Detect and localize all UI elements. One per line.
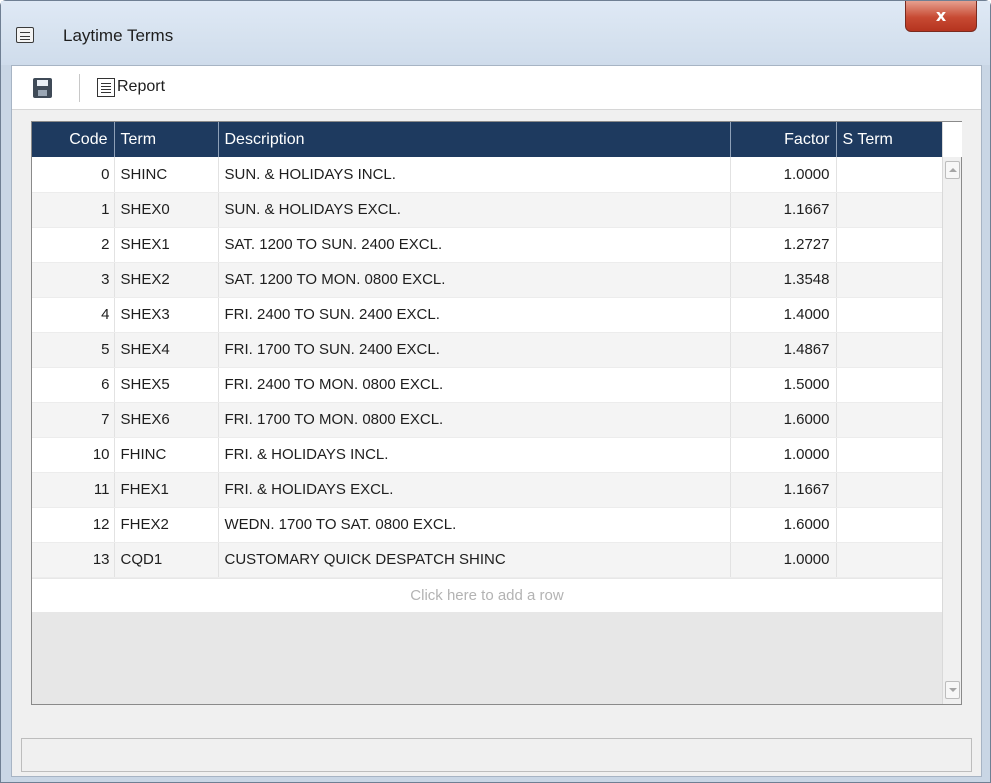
cell-code[interactable]: 10: [32, 437, 115, 473]
cell-s-term[interactable]: [836, 157, 943, 193]
table-row[interactable]: 6 SHEX5 FRI. 2400 TO MON. 0800 EXCL. 1.5…: [32, 367, 943, 403]
report-icon: [97, 78, 115, 97]
window-title: Laytime Terms: [63, 26, 174, 45]
table-row[interactable]: 4 SHEX3 FRI. 2400 TO SUN. 2400 EXCL. 1.4…: [32, 297, 943, 333]
cell-s-term[interactable]: [836, 542, 943, 578]
close-button[interactable]: x: [905, 1, 977, 32]
cell-s-term[interactable]: [836, 472, 943, 508]
cell-term[interactable]: SHINC: [114, 157, 219, 193]
cell-description[interactable]: SAT. 1200 TO SUN. 2400 EXCL.: [218, 227, 731, 263]
cell-s-term[interactable]: [836, 262, 943, 298]
cell-description[interactable]: FRI. 1700 TO MON. 0800 EXCL.: [218, 402, 731, 438]
terms-table: Code Term Description Factor S Term 0 SH…: [32, 122, 943, 578]
cell-s-term[interactable]: [836, 367, 943, 403]
list-icon: [16, 27, 34, 43]
table-row[interactable]: 13 CQD1 CUSTOMARY QUICK DESPATCH SHINC 1…: [32, 542, 943, 578]
cell-description[interactable]: FRI. 2400 TO MON. 0800 EXCL.: [218, 367, 731, 403]
cell-factor[interactable]: 1.0000: [730, 542, 837, 578]
add-row-prompt[interactable]: Click here to add a row: [32, 579, 942, 612]
cell-term[interactable]: SHEX5: [114, 367, 219, 403]
cell-factor[interactable]: 1.0000: [730, 157, 837, 193]
cell-term[interactable]: FHINC: [114, 437, 219, 473]
header-row: Code Term Description Factor S Term: [32, 122, 943, 157]
cell-term[interactable]: SHEX3: [114, 297, 219, 333]
cell-code[interactable]: 5: [32, 332, 115, 368]
title-bar[interactable]: Laytime Terms x: [1, 1, 990, 65]
cell-factor[interactable]: 1.1667: [730, 472, 837, 508]
cell-term[interactable]: CQD1: [114, 542, 219, 578]
table-row[interactable]: 0 SHINC SUN. & HOLIDAYS INCL. 1.0000: [32, 157, 943, 193]
table-row[interactable]: 11 FHEX1 FRI. & HOLIDAYS EXCL. 1.1667: [32, 472, 943, 508]
client-area: Report Code Term Description Factor S Te…: [11, 65, 982, 777]
cell-term[interactable]: SHEX2: [114, 262, 219, 298]
cell-code[interactable]: 7: [32, 402, 115, 438]
toolbar: Report: [12, 66, 981, 110]
cell-s-term[interactable]: [836, 402, 943, 438]
column-header-term[interactable]: Term: [114, 122, 219, 157]
table-row[interactable]: 3 SHEX2 SAT. 1200 TO MON. 0800 EXCL. 1.3…: [32, 262, 943, 298]
cell-term[interactable]: SHEX1: [114, 227, 219, 263]
status-bar: [21, 738, 972, 772]
cell-description[interactable]: CUSTOMARY QUICK DESPATCH SHINC: [218, 542, 731, 578]
cell-s-term[interactable]: [836, 227, 943, 263]
laytime-terms-grid: Code Term Description Factor S Term 0 SH…: [31, 121, 962, 705]
cell-factor[interactable]: 1.6000: [730, 402, 837, 438]
cell-s-term[interactable]: [836, 192, 943, 228]
column-header-code[interactable]: Code: [32, 122, 115, 157]
cell-description[interactable]: SUN. & HOLIDAYS INCL.: [218, 157, 731, 193]
vertical-scrollbar[interactable]: [942, 122, 962, 704]
cell-term[interactable]: FHEX1: [114, 472, 219, 508]
cell-code[interactable]: 4: [32, 297, 115, 333]
cell-description[interactable]: FRI. 1700 TO SUN. 2400 EXCL.: [218, 332, 731, 368]
cell-s-term[interactable]: [836, 332, 943, 368]
cell-description[interactable]: FRI. & HOLIDAYS INCL.: [218, 437, 731, 473]
table-row[interactable]: 12 FHEX2 WEDN. 1700 TO SAT. 0800 EXCL. 1…: [32, 507, 943, 543]
cell-code[interactable]: 1: [32, 192, 115, 228]
cell-s-term[interactable]: [836, 507, 943, 543]
laytime-terms-window: Laytime Terms x Report Code Term Descrip…: [0, 0, 991, 783]
scroll-down-arrow-icon[interactable]: [945, 681, 960, 699]
column-header-description[interactable]: Description: [218, 122, 731, 157]
column-header-factor[interactable]: Factor: [730, 122, 837, 157]
cell-factor[interactable]: 1.4000: [730, 297, 837, 333]
cell-code[interactable]: 3: [32, 262, 115, 298]
cell-code[interactable]: 11: [32, 472, 115, 508]
cell-factor[interactable]: 1.5000: [730, 367, 837, 403]
scroll-up-arrow-icon[interactable]: [945, 161, 960, 179]
table-row[interactable]: 7 SHEX6 FRI. 1700 TO MON. 0800 EXCL. 1.6…: [32, 402, 943, 438]
cell-factor[interactable]: 1.0000: [730, 437, 837, 473]
cell-code[interactable]: 0: [32, 157, 115, 193]
cell-term[interactable]: SHEX0: [114, 192, 219, 228]
cell-description[interactable]: WEDN. 1700 TO SAT. 0800 EXCL.: [218, 507, 731, 543]
table-row[interactable]: 5 SHEX4 FRI. 1700 TO SUN. 2400 EXCL. 1.4…: [32, 332, 943, 368]
toolbar-separator: [79, 74, 80, 102]
table-row[interactable]: 10 FHINC FRI. & HOLIDAYS INCL. 1.0000: [32, 437, 943, 473]
cell-factor[interactable]: 1.6000: [730, 507, 837, 543]
cell-factor[interactable]: 1.2727: [730, 227, 837, 263]
cell-description[interactable]: SUN. & HOLIDAYS EXCL.: [218, 192, 731, 228]
cell-factor[interactable]: 1.1667: [730, 192, 837, 228]
cell-factor[interactable]: 1.4867: [730, 332, 837, 368]
scrollbar-header-corner: [943, 122, 962, 157]
cell-code[interactable]: 13: [32, 542, 115, 578]
save-icon[interactable]: [33, 78, 52, 98]
cell-term[interactable]: SHEX4: [114, 332, 219, 368]
table-row[interactable]: 2 SHEX1 SAT. 1200 TO SUN. 2400 EXCL. 1.2…: [32, 227, 943, 263]
cell-s-term[interactable]: [836, 297, 943, 333]
cell-term[interactable]: FHEX2: [114, 507, 219, 543]
cell-description[interactable]: FRI. & HOLIDAYS EXCL.: [218, 472, 731, 508]
column-header-s-term[interactable]: S Term: [836, 122, 943, 157]
cell-description[interactable]: SAT. 1200 TO MON. 0800 EXCL.: [218, 262, 731, 298]
cell-description[interactable]: FRI. 2400 TO SUN. 2400 EXCL.: [218, 297, 731, 333]
cell-code[interactable]: 2: [32, 227, 115, 263]
cell-s-term[interactable]: [836, 437, 943, 473]
cell-factor[interactable]: 1.3548: [730, 262, 837, 298]
cell-code[interactable]: 6: [32, 367, 115, 403]
report-label: Report: [117, 78, 166, 95]
cell-term[interactable]: SHEX6: [114, 402, 219, 438]
table-row[interactable]: 1 SHEX0 SUN. & HOLIDAYS EXCL. 1.1667: [32, 192, 943, 228]
cell-code[interactable]: 12: [32, 507, 115, 543]
